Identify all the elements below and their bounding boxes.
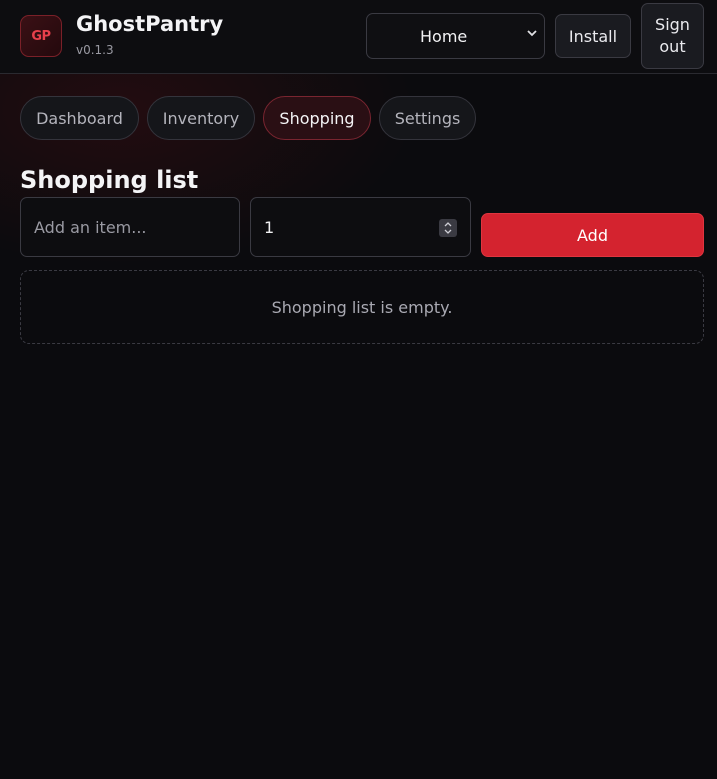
chevron-down-icon [526,27,538,39]
household-select[interactable]: Home [366,13,545,59]
tab-dashboard[interactable]: Dashboard [20,96,139,140]
empty-message: Shopping list is empty. [271,297,453,317]
logo-text: GP [31,28,51,44]
page-title: Shopping list [20,166,199,194]
item-name-input[interactable]: Add an item... [20,197,240,257]
app-version: v0.1.3 [76,43,114,57]
add-item-button[interactable]: Add [481,213,704,257]
item-name-placeholder: Add an item... [34,218,147,237]
tab-shopping[interactable]: Shopping [263,96,371,140]
empty-state: Shopping list is empty. [20,270,704,344]
app-name: GhostPantry [76,12,224,36]
top-bar: GP GhostPantry v0.1.3 Home Install Sign … [0,0,717,74]
household-select-value: Home [420,27,468,46]
tab-inventory[interactable]: Inventory [147,96,255,140]
install-button[interactable]: Install [555,14,631,58]
quantity-value: 1 [264,218,275,237]
quantity-stepper[interactable]: 1 [250,197,471,257]
spinner-arrows-icon[interactable] [439,219,457,237]
sign-out-button[interactable]: Sign out [641,3,704,69]
app-logo: GP [20,15,62,57]
tab-settings[interactable]: Settings [379,96,476,140]
